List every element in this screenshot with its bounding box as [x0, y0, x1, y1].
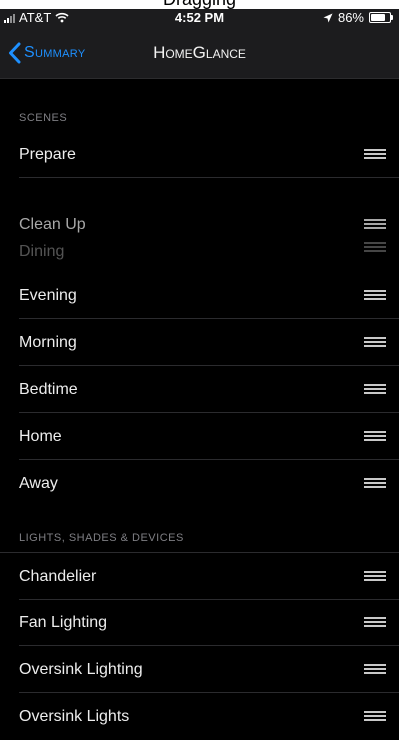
reorder-handle-icon[interactable]: [364, 290, 386, 301]
list-item-label: Evening: [19, 287, 77, 304]
list-item-label: Clean Up: [19, 216, 86, 233]
list-item-label: Fan Lighting: [19, 614, 108, 631]
list-item-label: Prepare: [19, 146, 76, 163]
banner-text: Dragging: [0, 0, 399, 9]
reorder-handle-icon[interactable]: [364, 711, 386, 722]
list-item-label: Home: [19, 428, 62, 445]
list-item-home[interactable]: Home: [0, 413, 399, 460]
list-item-away[interactable]: Away: [0, 460, 399, 507]
section-header-devices: Lights, Shades & Devices: [19, 532, 184, 544]
battery-icon: [369, 12, 393, 23]
list-item-chandelier[interactable]: Chandelier: [0, 552, 399, 600]
battery-percent: 86%: [337, 10, 364, 25]
battery-level: [371, 14, 385, 21]
list-item-label: Morning: [19, 334, 77, 351]
list-item-label: Chandelier: [19, 568, 97, 585]
row-divider: [19, 177, 399, 178]
reorder-handle-icon[interactable]: [364, 337, 386, 348]
reorder-handle-icon[interactable]: [364, 219, 386, 230]
list-item-label: Bedtime: [19, 381, 78, 398]
top-banner: Dragging: [0, 0, 399, 9]
list-item-bedtime[interactable]: Bedtime: [0, 366, 399, 413]
page-title: HomeGlance: [153, 43, 246, 62]
reorder-handle-icon[interactable]: [364, 478, 386, 489]
list-item-label: Oversink Lighting: [19, 661, 143, 678]
reorder-handle-icon[interactable]: [364, 149, 386, 160]
reorder-list: Scenes Prepare Dining Clean Up Evening M…: [0, 79, 399, 725]
location-arrow-icon: [323, 13, 333, 22]
list-item-morning[interactable]: Morning: [0, 319, 399, 366]
status-bar: AT&T 4:52 PM 86%: [0, 9, 399, 26]
reorder-handle-icon[interactable]: [364, 664, 386, 675]
navigation-bar: Summary HomeGlance: [0, 26, 399, 79]
reorder-handle-icon[interactable]: [364, 431, 386, 442]
reorder-handle-icon[interactable]: [364, 571, 386, 582]
section-header-scenes: Scenes: [19, 112, 68, 124]
list-item-label: Oversink Lights: [19, 708, 130, 725]
list-item-prepare[interactable]: Prepare: [0, 131, 399, 178]
list-item-fan-lighting[interactable]: Fan Lighting: [0, 599, 399, 646]
list-item-oversink-lights[interactable]: Oversink Lights: [0, 693, 399, 725]
reorder-handle-icon[interactable]: [364, 384, 386, 395]
list-item-evening[interactable]: Evening: [0, 272, 399, 319]
list-item-oversink-lighting[interactable]: Oversink Lighting: [0, 646, 399, 693]
list-item-dragging[interactable]: Clean Up: [0, 201, 399, 248]
reorder-handle-icon[interactable]: [364, 617, 386, 628]
list-item-label: Away: [19, 475, 58, 492]
